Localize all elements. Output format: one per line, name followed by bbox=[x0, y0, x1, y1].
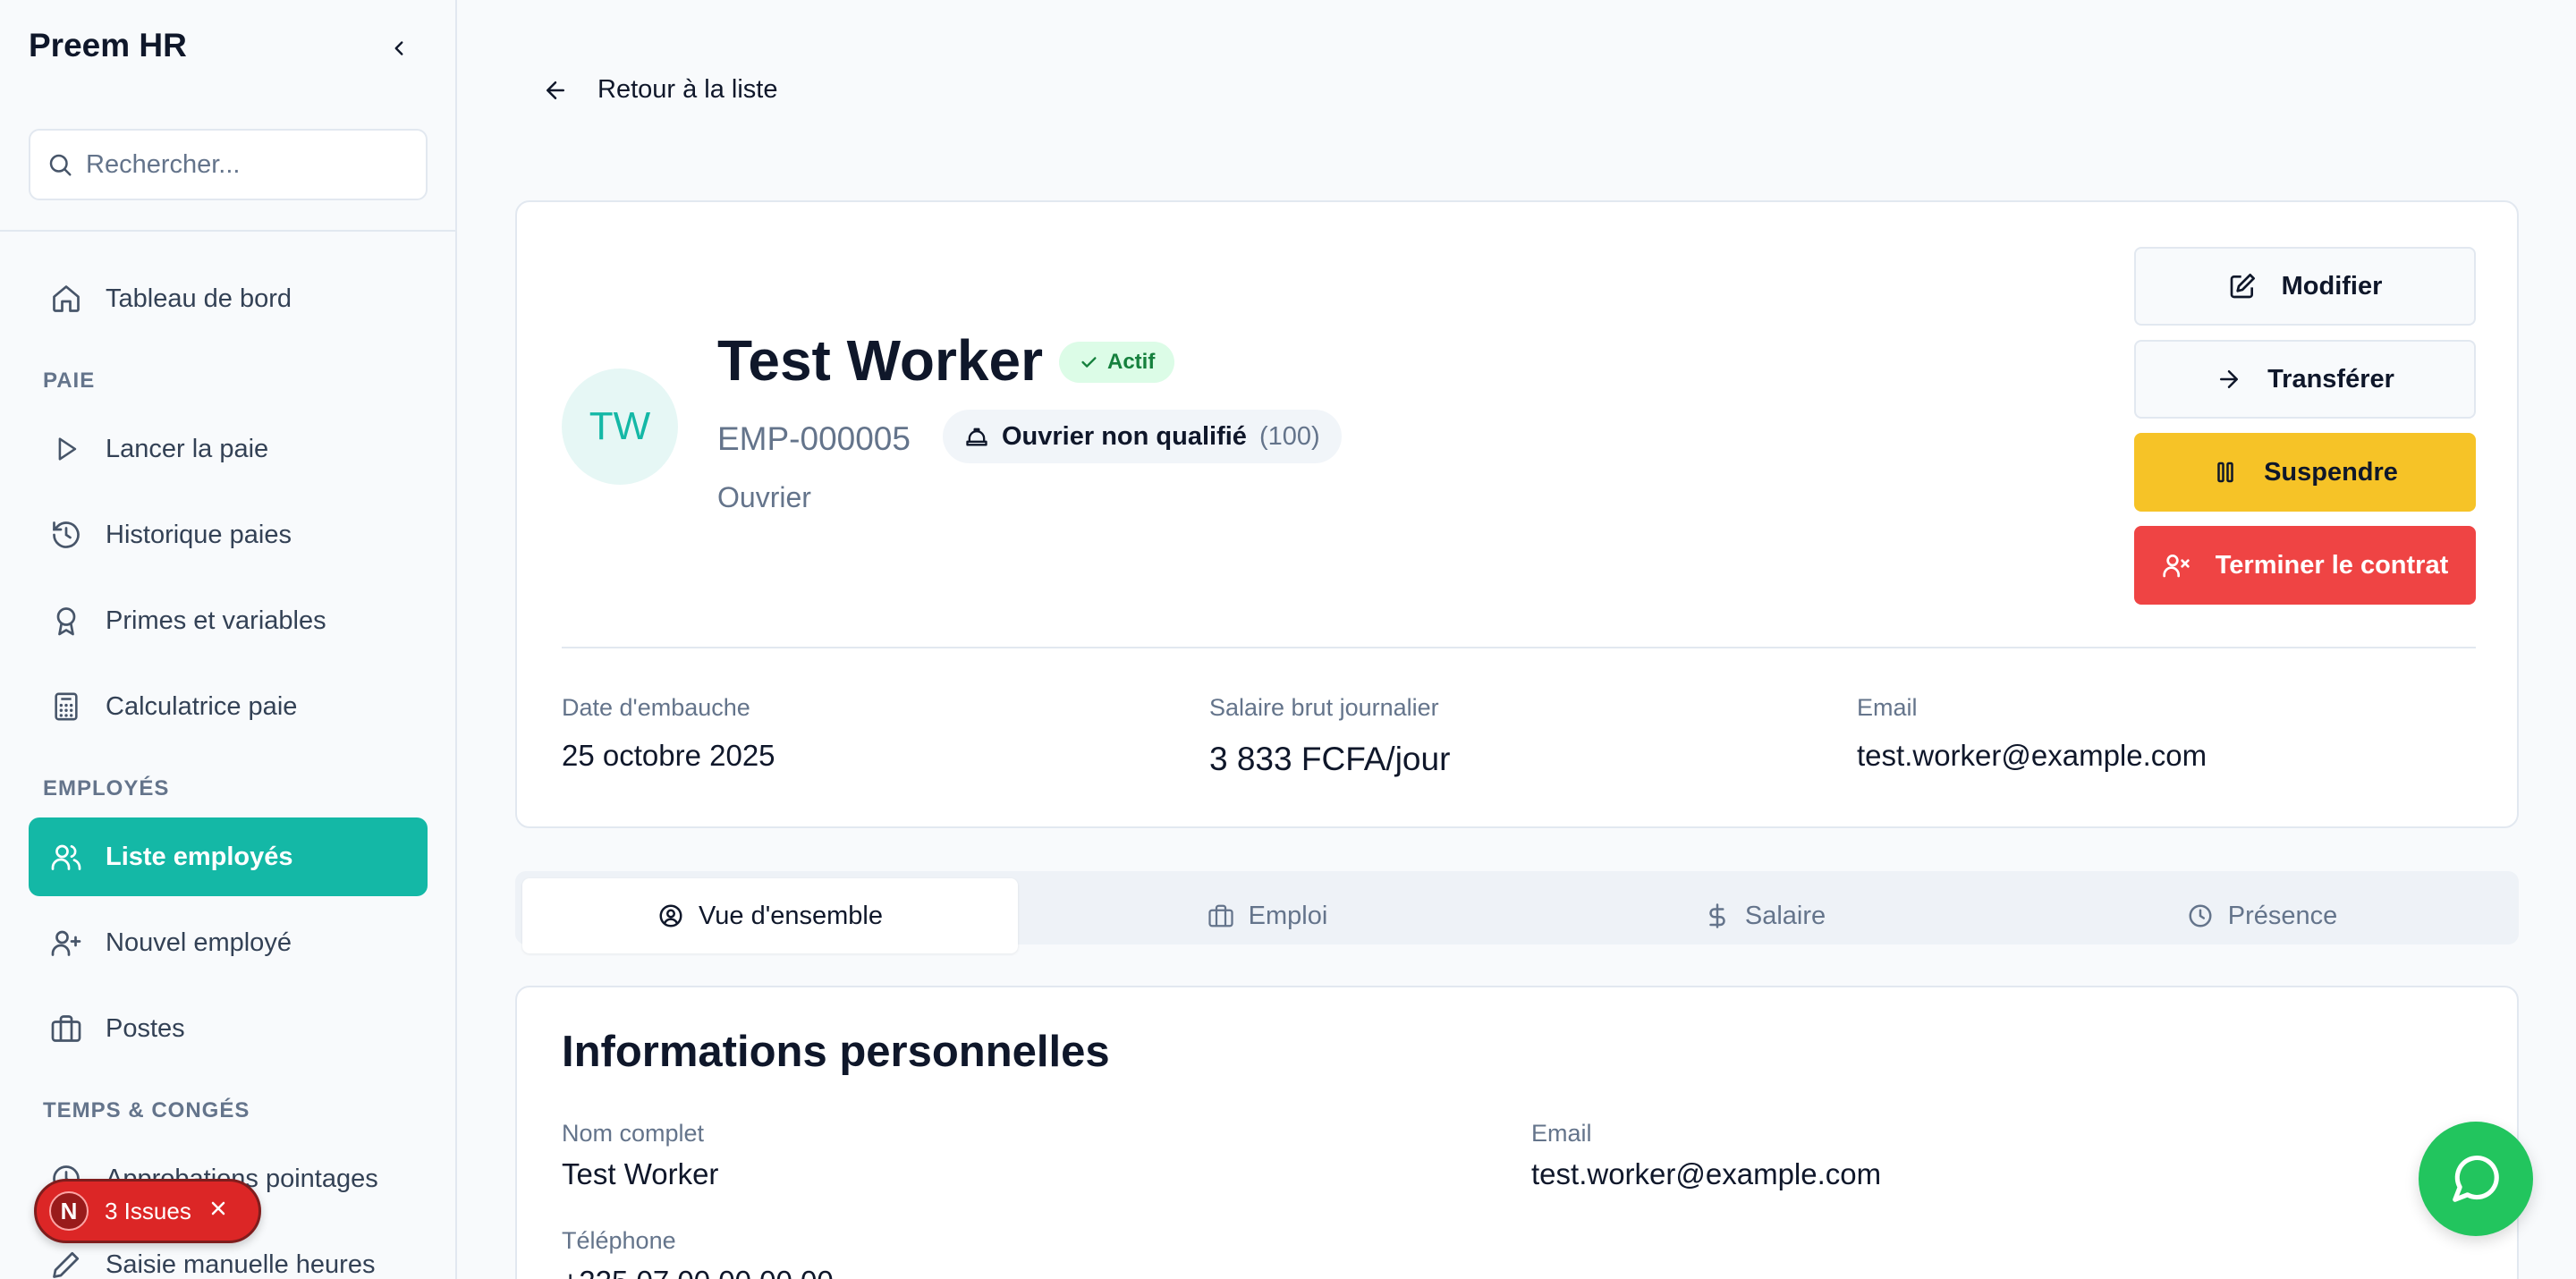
user-plus-icon bbox=[48, 925, 84, 961]
phone-value: +225 07 00 00 00 00 bbox=[562, 1265, 834, 1279]
tab-label: Présence bbox=[2227, 901, 2338, 930]
sidebar-item-label: Calculatrice paie bbox=[106, 691, 298, 721]
personal-email-label: Email bbox=[1531, 1120, 1592, 1147]
issues-avatar: N bbox=[49, 1191, 89, 1231]
back-to-list-link[interactable]: Retour à la liste bbox=[542, 75, 778, 105]
sidebar-item-run-payroll[interactable]: Lancer la paie bbox=[29, 410, 428, 488]
check-icon bbox=[1079, 352, 1098, 372]
history-icon bbox=[48, 517, 84, 553]
grade-code: (100) bbox=[1258, 421, 1320, 451]
fullname-value: Test Worker bbox=[562, 1157, 719, 1190]
sidebar-item-label: Nouvel employé bbox=[106, 927, 292, 957]
section-title: Informations personnelles bbox=[562, 1028, 1110, 1076]
transfer-button[interactable]: Transférer bbox=[2134, 340, 2476, 419]
collapse-sidebar-button[interactable] bbox=[383, 32, 415, 64]
email-label: Email bbox=[1857, 694, 1918, 721]
email-value: test.worker@example.com bbox=[1857, 739, 2207, 772]
tab-salary[interactable]: Salaire bbox=[1517, 878, 2012, 953]
sidebar: Preem HR Tableau de bord PAIE Lancer la … bbox=[0, 0, 457, 1279]
hard-hat-icon bbox=[964, 424, 989, 449]
grade-name: Ouvrier non qualifié bbox=[1002, 421, 1247, 451]
section-label-temps: TEMPS & CONGÉS bbox=[43, 1098, 250, 1122]
users-icon bbox=[48, 839, 84, 875]
briefcase-icon bbox=[1208, 902, 1234, 929]
sidebar-item-positions[interactable]: Postes bbox=[29, 989, 428, 1068]
tab-label: Emploi bbox=[1248, 901, 1328, 930]
search-icon bbox=[49, 154, 72, 176]
sidebar-item-calculator[interactable]: Calculatrice paie bbox=[29, 667, 428, 746]
daily-salary-label: Salaire brut journalier bbox=[1209, 694, 1439, 721]
sidebar-item-new-employee[interactable]: Nouvel employé bbox=[29, 903, 428, 982]
sidebar-item-label: Historique paies bbox=[106, 520, 292, 549]
calculator-icon bbox=[48, 689, 84, 724]
back-label: Retour à la liste bbox=[597, 75, 778, 104]
clock-icon bbox=[2187, 902, 2214, 929]
sidebar-item-label: Tableau de bord bbox=[106, 284, 292, 313]
tab-attendance[interactable]: Présence bbox=[2014, 878, 2510, 953]
terminate-label: Terminer le contrat bbox=[2215, 550, 2449, 580]
section-label-paie: PAIE bbox=[43, 368, 96, 393]
tab-employment[interactable]: Emploi bbox=[1020, 878, 1515, 953]
sidebar-item-label: Postes bbox=[106, 1013, 185, 1043]
profile-tabs: Vue d'ensemble Emploi Salaire Présence bbox=[515, 871, 2519, 953]
sidebar-item-label: Primes et variables bbox=[106, 606, 326, 635]
chat-button[interactable] bbox=[2419, 1122, 2533, 1236]
message-circle-icon bbox=[2453, 1155, 2499, 1202]
sidebar-item-payroll-history[interactable]: Historique paies bbox=[29, 496, 428, 574]
sidebar-item-bonuses[interactable]: Primes et variables bbox=[29, 581, 428, 660]
briefcase-icon bbox=[48, 1011, 84, 1046]
sidebar-divider bbox=[0, 230, 455, 232]
employee-name: Test Worker bbox=[717, 328, 1043, 393]
app-title: Preem HR bbox=[29, 27, 187, 64]
personal-email-value: test.worker@example.com bbox=[1531, 1157, 1882, 1190]
chevron-left-icon bbox=[394, 41, 403, 55]
sidebar-item-label: Liste employés bbox=[106, 842, 293, 871]
fullname-label: Nom complet bbox=[562, 1120, 705, 1147]
employee-role: Ouvrier bbox=[717, 481, 811, 513]
issues-label: 3 Issues bbox=[105, 1197, 191, 1224]
sidebar-item-label: Lancer la paie bbox=[106, 434, 269, 463]
phone-label: Téléphone bbox=[562, 1227, 676, 1254]
tab-label: Salaire bbox=[1744, 901, 1826, 930]
hire-date-value: 25 octobre 2025 bbox=[562, 739, 775, 772]
employee-id: EMP-000005 bbox=[717, 420, 911, 457]
play-icon bbox=[48, 431, 84, 467]
suspend-button[interactable]: Suspendre bbox=[2134, 433, 2476, 512]
edit-icon bbox=[2228, 272, 2257, 301]
close-issues-button[interactable] bbox=[208, 1198, 229, 1225]
sidebar-item-dashboard[interactable]: Tableau de bord bbox=[29, 259, 428, 338]
terminate-contract-button[interactable]: Terminer le contrat bbox=[2134, 526, 2476, 605]
transfer-label: Transférer bbox=[2267, 364, 2394, 394]
section-label-employes: EMPLOYÉS bbox=[43, 776, 170, 800]
arrow-left-icon bbox=[542, 77, 569, 104]
pause-icon bbox=[2212, 459, 2239, 486]
home-icon bbox=[48, 281, 84, 317]
modify-button[interactable]: Modifier bbox=[2134, 247, 2476, 326]
modify-label: Modifier bbox=[2281, 271, 2383, 301]
avatar: TW bbox=[562, 368, 678, 485]
close-icon bbox=[211, 1201, 225, 1215]
sidebar-item-label: Saisie manuelle heures bbox=[106, 1249, 376, 1279]
profile-divider bbox=[562, 647, 2476, 648]
issues-badge[interactable]: N 3 Issues bbox=[34, 1179, 261, 1243]
user-x-icon bbox=[2162, 551, 2190, 580]
hire-date-label: Date d'embauche bbox=[562, 694, 750, 721]
personal-info-card: Informations personnelles Nom complet Te… bbox=[515, 986, 2519, 1279]
suspend-label: Suspendre bbox=[2264, 457, 2398, 487]
user-circle-icon bbox=[657, 902, 684, 929]
status-badge: Actif bbox=[1059, 342, 1175, 383]
award-icon bbox=[48, 603, 84, 639]
daily-salary-value: 3 833 FCFA/jour bbox=[1209, 741, 1451, 777]
search-box[interactable] bbox=[29, 129, 428, 200]
search-input[interactable] bbox=[86, 149, 408, 180]
employee-profile-card: TW Test Worker Actif EMP-000005 Ouvrier … bbox=[515, 200, 2519, 828]
pencil-icon bbox=[48, 1247, 84, 1279]
arrow-right-icon bbox=[2216, 366, 2242, 393]
status-label: Actif bbox=[1107, 350, 1156, 374]
dollar-icon bbox=[1704, 902, 1731, 929]
tab-overview[interactable]: Vue d'ensemble bbox=[522, 878, 1018, 953]
tab-label: Vue d'ensemble bbox=[699, 901, 883, 930]
sidebar-item-employee-list[interactable]: Liste employés bbox=[29, 817, 428, 896]
grade-badge: Ouvrier non qualifié (100) bbox=[943, 410, 1342, 463]
